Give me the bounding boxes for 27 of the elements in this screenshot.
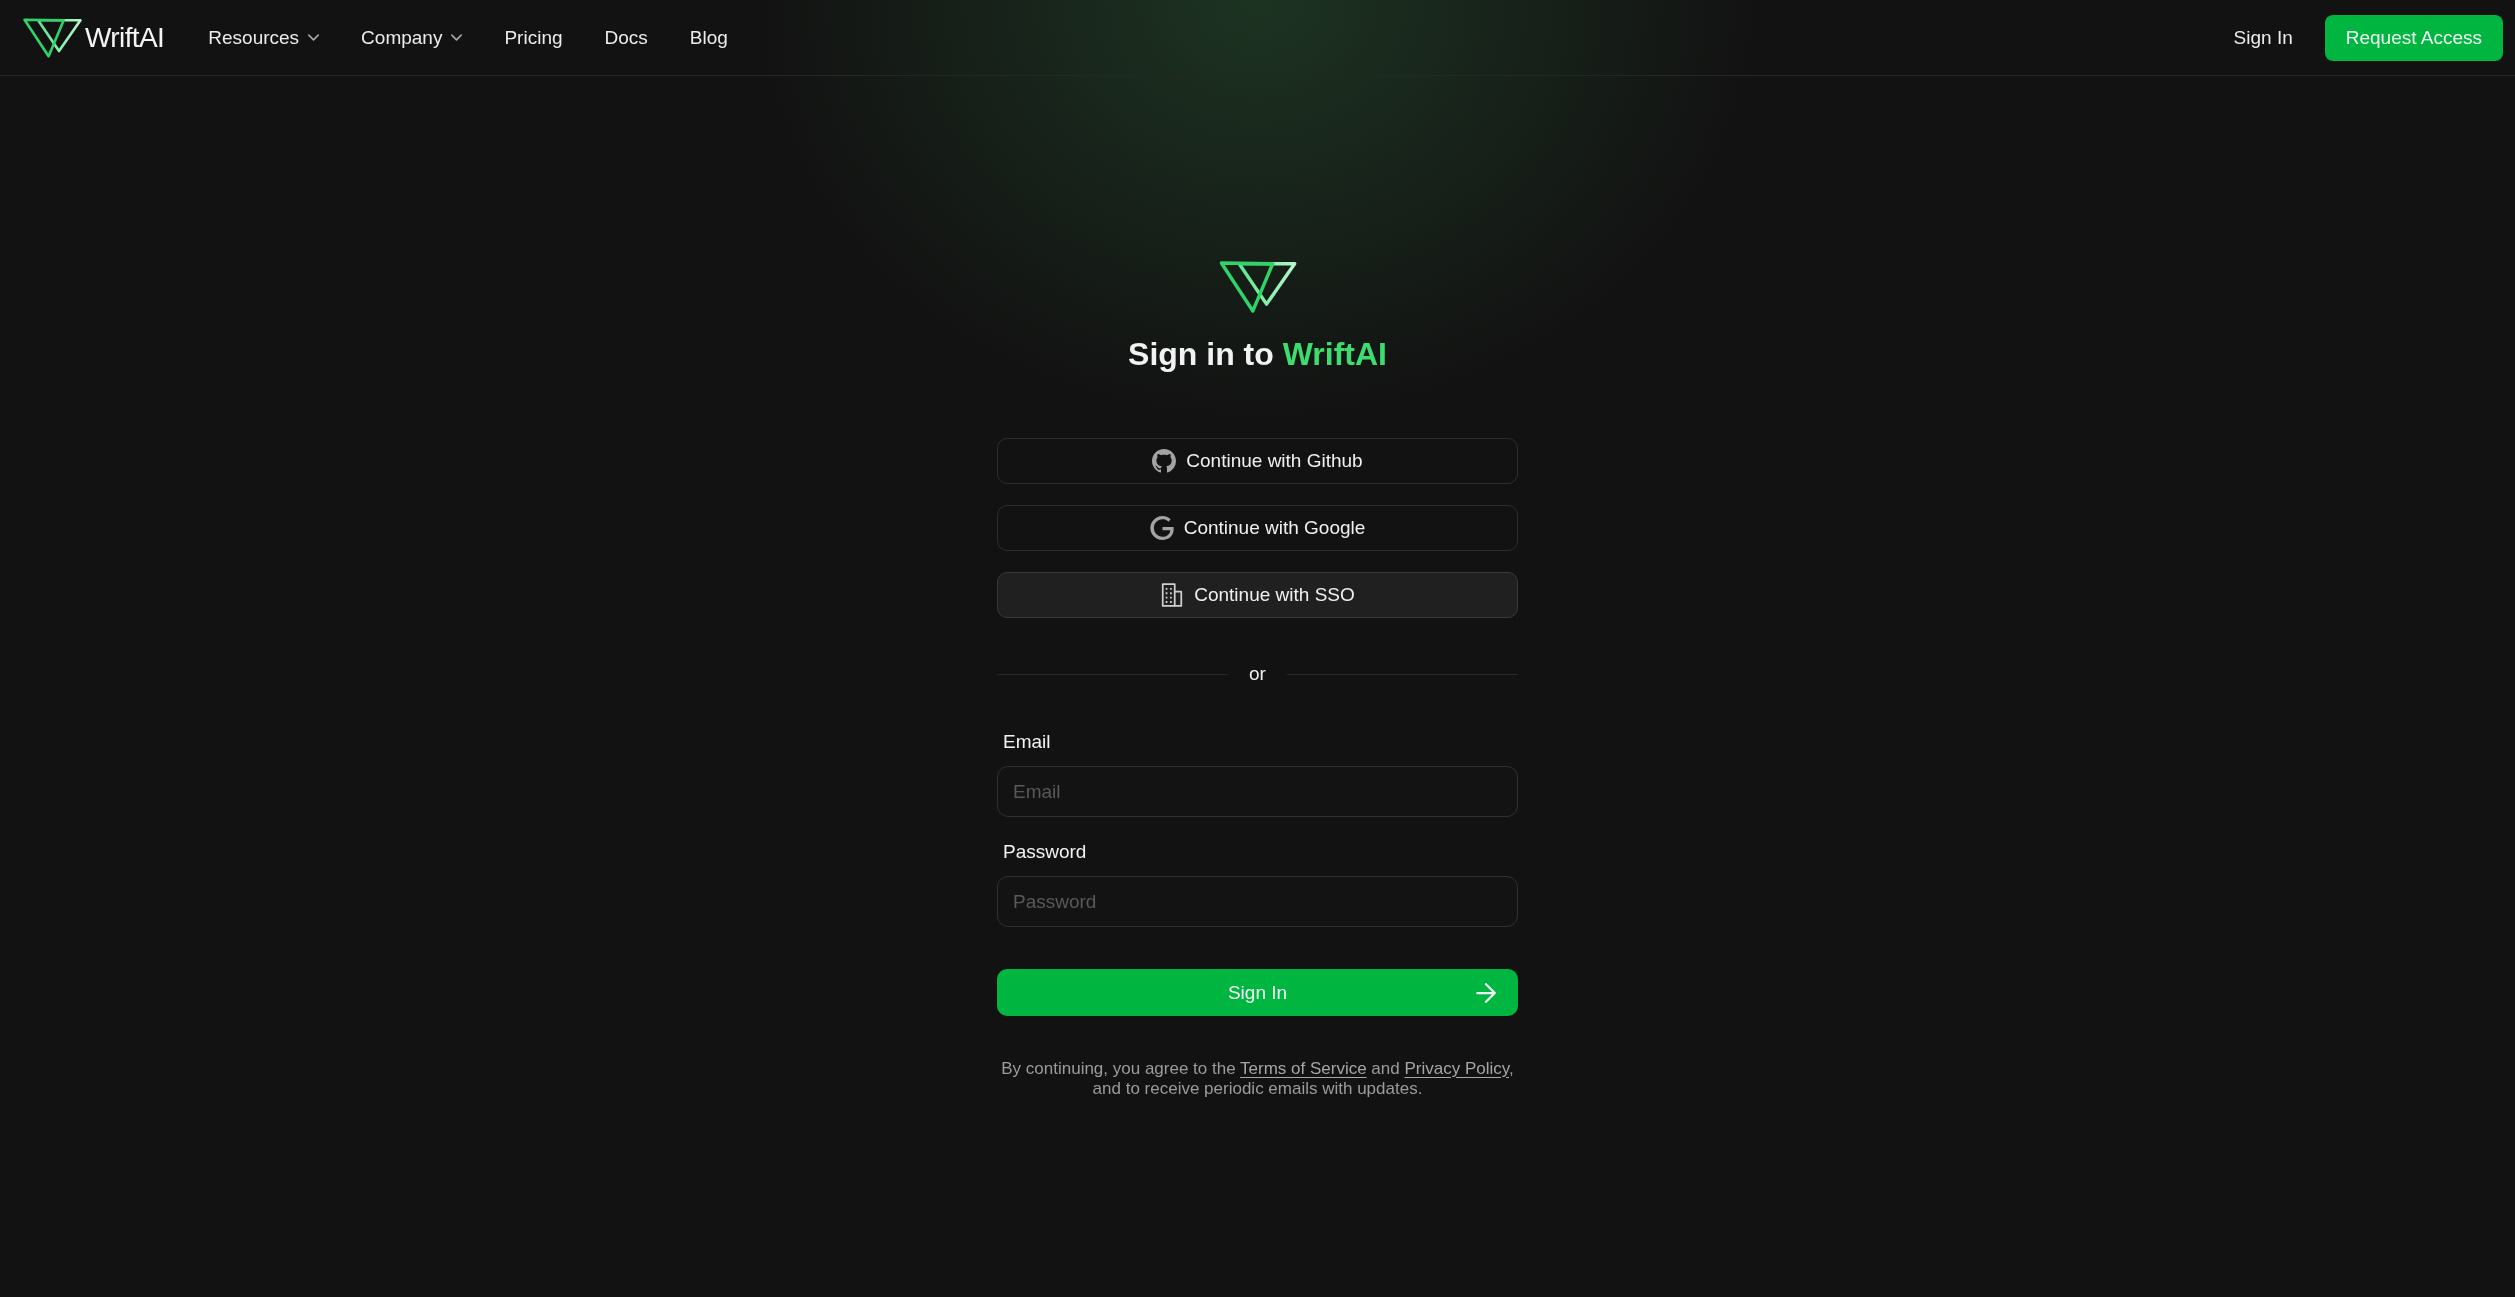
field-label: Password xyxy=(1002,840,1087,864)
nav-link[interactable]: Resources xyxy=(208,22,320,53)
nav-link[interactable]: Pricing xyxy=(504,22,563,53)
nav-link[interactable]: Company xyxy=(361,22,463,53)
building-icon xyxy=(1160,583,1185,607)
chevron-down-icon xyxy=(451,34,463,41)
field-label: Email xyxy=(1002,730,1051,754)
provider-button[interactable]: Continue with Google xyxy=(997,505,1518,551)
logo-icon[interactable] xyxy=(23,17,82,58)
logo-icon xyxy=(1218,261,1297,313)
google-icon xyxy=(1149,516,1174,540)
nav-link[interactable]: Docs xyxy=(604,22,648,53)
divider-label: or xyxy=(1249,662,1266,686)
sign-in-link[interactable]: Sign In xyxy=(2233,22,2293,53)
provider-button[interactable]: Continue with Github xyxy=(997,438,1518,484)
input-field[interactable]: Email xyxy=(997,766,1518,817)
terms-text: By continuing, you agree to the Terms of Service and Privacy Policy, and to receive periodic emails with updates. xyxy=(1001,1059,1514,1099)
terms-link[interactable]: Privacy Policy xyxy=(1404,1059,1509,1078)
brand-name[interactable]: WriftAI xyxy=(85,21,165,54)
page-title: Sign in to WriftAI xyxy=(1128,335,1387,374)
chevron-down-icon xyxy=(308,34,320,41)
input-field[interactable]: Password xyxy=(997,876,1518,927)
github-icon xyxy=(1152,449,1177,473)
nav-link[interactable]: Blog xyxy=(689,22,728,53)
provider-button[interactable]: Continue with SSO xyxy=(997,572,1518,618)
terms-link[interactable]: Terms of Service xyxy=(1240,1059,1367,1078)
arrow-right-icon xyxy=(1476,982,1496,1003)
